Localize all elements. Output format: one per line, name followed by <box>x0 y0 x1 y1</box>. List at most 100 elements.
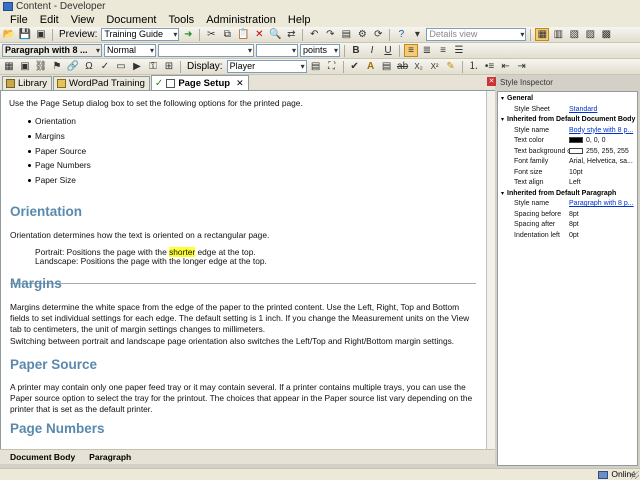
display-options-icon[interactable]: ▤ <box>309 60 323 73</box>
open-icon[interactable]: 📂 <box>2 28 16 41</box>
paste-icon[interactable]: 📋 <box>236 28 250 41</box>
panel-icon[interactable]: ▧ <box>567 28 581 41</box>
bullet-list-icon[interactable]: •≡ <box>483 60 497 73</box>
property-value[interactable]: 0, 0, 0 <box>569 136 637 147</box>
font-size-select[interactable] <box>256 44 298 57</box>
align-right-icon[interactable]: ≡ <box>436 44 450 57</box>
property-row[interactable]: Font family Arial, Helvetica, sa... <box>498 157 637 168</box>
refresh-icon[interactable]: ⟳ <box>371 28 385 41</box>
expand-icon[interactable]: ⊞ <box>162 60 176 73</box>
property-value[interactable]: 0pt <box>569 231 637 242</box>
align-center-icon[interactable]: ≣ <box>420 44 434 57</box>
image-icon[interactable]: ▣ <box>18 60 32 73</box>
save-all-icon[interactable]: ▣ <box>34 28 48 41</box>
numbered-list-icon[interactable]: ⒈ <box>467 60 481 73</box>
cut-icon[interactable]: ✂ <box>204 28 218 41</box>
tab-page-setup[interactable]: ✓ Page Setup ✕ <box>150 75 249 90</box>
find-icon[interactable]: 🔍 <box>268 28 282 41</box>
property-row[interactable]: Text background c 255, 255, 255 <box>498 147 637 158</box>
document-editor[interactable]: Use the Page Setup dialog box to set the… <box>0 91 486 449</box>
property-row[interactable]: Indentation left 0pt <box>498 231 637 242</box>
menu-tools[interactable]: Tools <box>163 13 201 27</box>
grid-icon[interactable]: ▩ <box>599 28 613 41</box>
vertical-scrollbar[interactable] <box>486 91 495 449</box>
menu-view[interactable]: View <box>65 13 101 27</box>
superscript-icon[interactable]: X² <box>428 60 442 73</box>
font-name-select[interactable] <box>158 44 254 57</box>
indent-icon[interactable]: ⇥ <box>515 60 529 73</box>
resize-grip[interactable] <box>631 471 639 479</box>
close-tab-icon[interactable]: ✕ <box>236 77 244 90</box>
comment-icon[interactable]: ▭ <box>114 60 128 73</box>
delete-icon[interactable]: ✕ <box>252 28 266 41</box>
menu-help[interactable]: Help <box>282 13 317 27</box>
symbol-icon[interactable]: Ω <box>82 60 96 73</box>
undo-icon[interactable]: ↶ <box>307 28 321 41</box>
property-row[interactable]: Style name Body style with 8 p... <box>498 126 637 137</box>
variable-icon[interactable]: ⚿ <box>146 60 160 73</box>
table-icon[interactable]: ▦ <box>2 60 16 73</box>
style-check-icon[interactable]: ✔ <box>348 60 362 73</box>
display-select[interactable]: Player <box>226 60 307 73</box>
property-value[interactable]: Body style with 8 p... <box>569 126 637 137</box>
property-row[interactable]: Style Sheet Standard <box>498 105 637 116</box>
path-paragraph[interactable]: Paragraph <box>89 452 131 462</box>
italic-icon[interactable]: I <box>365 44 379 57</box>
hyperlink-icon[interactable]: 🔗 <box>66 60 80 73</box>
property-row[interactable]: Text align Left <box>498 178 637 189</box>
outdent-icon[interactable]: ⇤ <box>499 60 513 73</box>
condition-icon[interactable]: ⛶ <box>325 60 339 73</box>
font-color-icon[interactable]: A <box>364 60 378 73</box>
format-icon[interactable]: ▤ <box>380 60 394 73</box>
underline-icon[interactable]: U <box>381 44 395 57</box>
property-value[interactable]: Arial, Helvetica, sa... <box>569 157 637 168</box>
font-select[interactable]: Normal <box>104 44 156 57</box>
align-left-icon[interactable]: ≡ <box>404 44 418 57</box>
tab-library[interactable]: Library <box>2 76 53 90</box>
strike-icon[interactable]: ab <box>396 60 410 73</box>
section-doc-body[interactable]: ▾ Inherited from Default Document Body <box>498 115 637 126</box>
property-row[interactable]: Spacing after 8pt <box>498 220 637 231</box>
spellcheck-icon[interactable]: ✓ <box>98 60 112 73</box>
property-value[interactable]: Left <box>569 178 637 189</box>
property-value[interactable]: 10pt <box>569 168 637 179</box>
section-general[interactable]: ▾ General <box>498 94 637 105</box>
menu-file[interactable]: File <box>4 13 34 27</box>
link-icon[interactable]: ⛓ <box>34 60 48 73</box>
split-view-icon[interactable]: ▥ <box>551 28 565 41</box>
property-value[interactable]: 8pt <box>569 210 637 221</box>
path-document-body[interactable]: Document Body <box>10 452 75 462</box>
highlight-icon[interactable]: ✎ <box>444 60 458 73</box>
close-panel-icon[interactable]: ✕ <box>487 77 496 86</box>
justify-icon[interactable]: ☰ <box>452 44 466 57</box>
property-row[interactable]: Font size 10pt <box>498 168 637 179</box>
preview-select[interactable]: Training Guide <box>101 28 180 41</box>
copy-icon[interactable]: ⧉ <box>220 28 234 41</box>
tools-icon[interactable]: ⚙ <box>355 28 369 41</box>
property-value[interactable]: 8pt <box>569 220 637 231</box>
menu-edit[interactable]: Edit <box>34 13 65 27</box>
menu-administration[interactable]: Administration <box>200 13 282 27</box>
tree-icon[interactable]: ▨ <box>583 28 597 41</box>
unit-select[interactable]: points <box>300 44 340 57</box>
media-icon[interactable]: ▶ <box>130 60 144 73</box>
section-default-paragraph[interactable]: ▾ Inherited from Default Paragraph <box>498 189 637 200</box>
property-row[interactable]: Text color 0, 0, 0 <box>498 136 637 147</box>
replace-icon[interactable]: ⇄ <box>284 28 298 41</box>
go-icon[interactable]: ➜ <box>181 28 195 41</box>
menu-document[interactable]: Document <box>100 13 162 27</box>
help-icon[interactable]: ? <box>394 28 408 41</box>
properties-icon[interactable]: ▤ <box>339 28 353 41</box>
bookmark-icon[interactable]: ⚑ <box>50 60 64 73</box>
bold-icon[interactable]: B <box>349 44 363 57</box>
options-icon[interactable]: ▾ <box>410 28 424 41</box>
style-select[interactable]: Paragraph with 8 ... <box>2 44 102 57</box>
property-value[interactable]: Standard <box>569 105 637 116</box>
save-icon[interactable]: 💾 <box>18 28 32 41</box>
tab-wordpad-training[interactable]: WordPad Training <box>53 76 150 90</box>
layout-icon[interactable]: ▦ <box>535 28 550 41</box>
property-row[interactable]: Spacing before 8pt <box>498 210 637 221</box>
property-row[interactable]: Style name Paragraph with 8 p... <box>498 199 637 210</box>
property-value[interactable]: 255, 255, 255 <box>569 147 637 158</box>
view-select[interactable]: Details view <box>426 28 527 41</box>
